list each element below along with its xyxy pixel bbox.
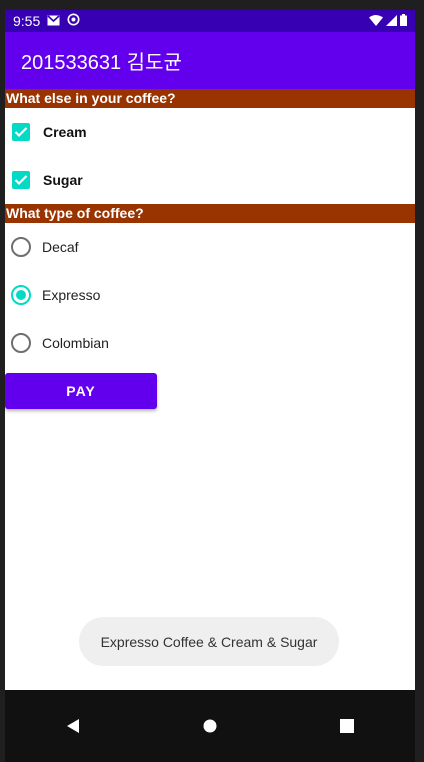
pay-button[interactable]: PAY: [5, 373, 157, 409]
checkbox-checked-icon[interactable]: [12, 123, 30, 141]
navigation-bar: [5, 690, 415, 762]
checkbox-checked-icon[interactable]: [12, 171, 30, 189]
battery-icon: [400, 13, 407, 29]
radio-unchecked-icon[interactable]: [11, 333, 31, 353]
coffee-type-header: What type of coffee?: [5, 204, 415, 223]
radio-checked-icon[interactable]: [11, 285, 31, 305]
toast-text: Expresso Coffee & Cream & Sugar: [100, 633, 318, 650]
colombian-label: Colombian: [42, 335, 109, 351]
app-title: 201533631 김도균: [21, 52, 182, 74]
decaf-radio-row[interactable]: Decaf: [5, 227, 415, 267]
wifi-icon: [369, 13, 383, 29]
back-icon[interactable]: [48, 701, 98, 751]
sync-icon: [67, 13, 80, 29]
expresso-label: Expresso: [42, 287, 101, 303]
sugar-checkbox-row[interactable]: Sugar: [5, 160, 415, 200]
status-bar: 9:55: [5, 10, 415, 32]
decaf-label: Decaf: [42, 239, 79, 255]
app-screen: 9:55 201533631 김도균 What else in your cof…: [5, 10, 415, 762]
app-bar: 201533631 김도균: [5, 32, 415, 89]
cream-checkbox-row[interactable]: Cream: [5, 112, 415, 152]
radio-dot: [16, 290, 26, 300]
toast-message: Expresso Coffee & Cream & Sugar: [79, 617, 339, 666]
status-time: 9:55: [13, 13, 41, 29]
toppings-header: What else in your coffee?: [5, 89, 415, 108]
gmail-icon: [47, 13, 60, 29]
home-icon[interactable]: [185, 701, 235, 751]
recents-icon[interactable]: [322, 701, 372, 751]
radio-unchecked-icon[interactable]: [11, 237, 31, 257]
expresso-radio-row[interactable]: Expresso: [5, 275, 415, 315]
colombian-radio-row[interactable]: Colombian: [5, 323, 415, 363]
signal-icon: [386, 13, 397, 29]
sugar-label: Sugar: [43, 172, 83, 188]
cream-label: Cream: [43, 124, 87, 140]
